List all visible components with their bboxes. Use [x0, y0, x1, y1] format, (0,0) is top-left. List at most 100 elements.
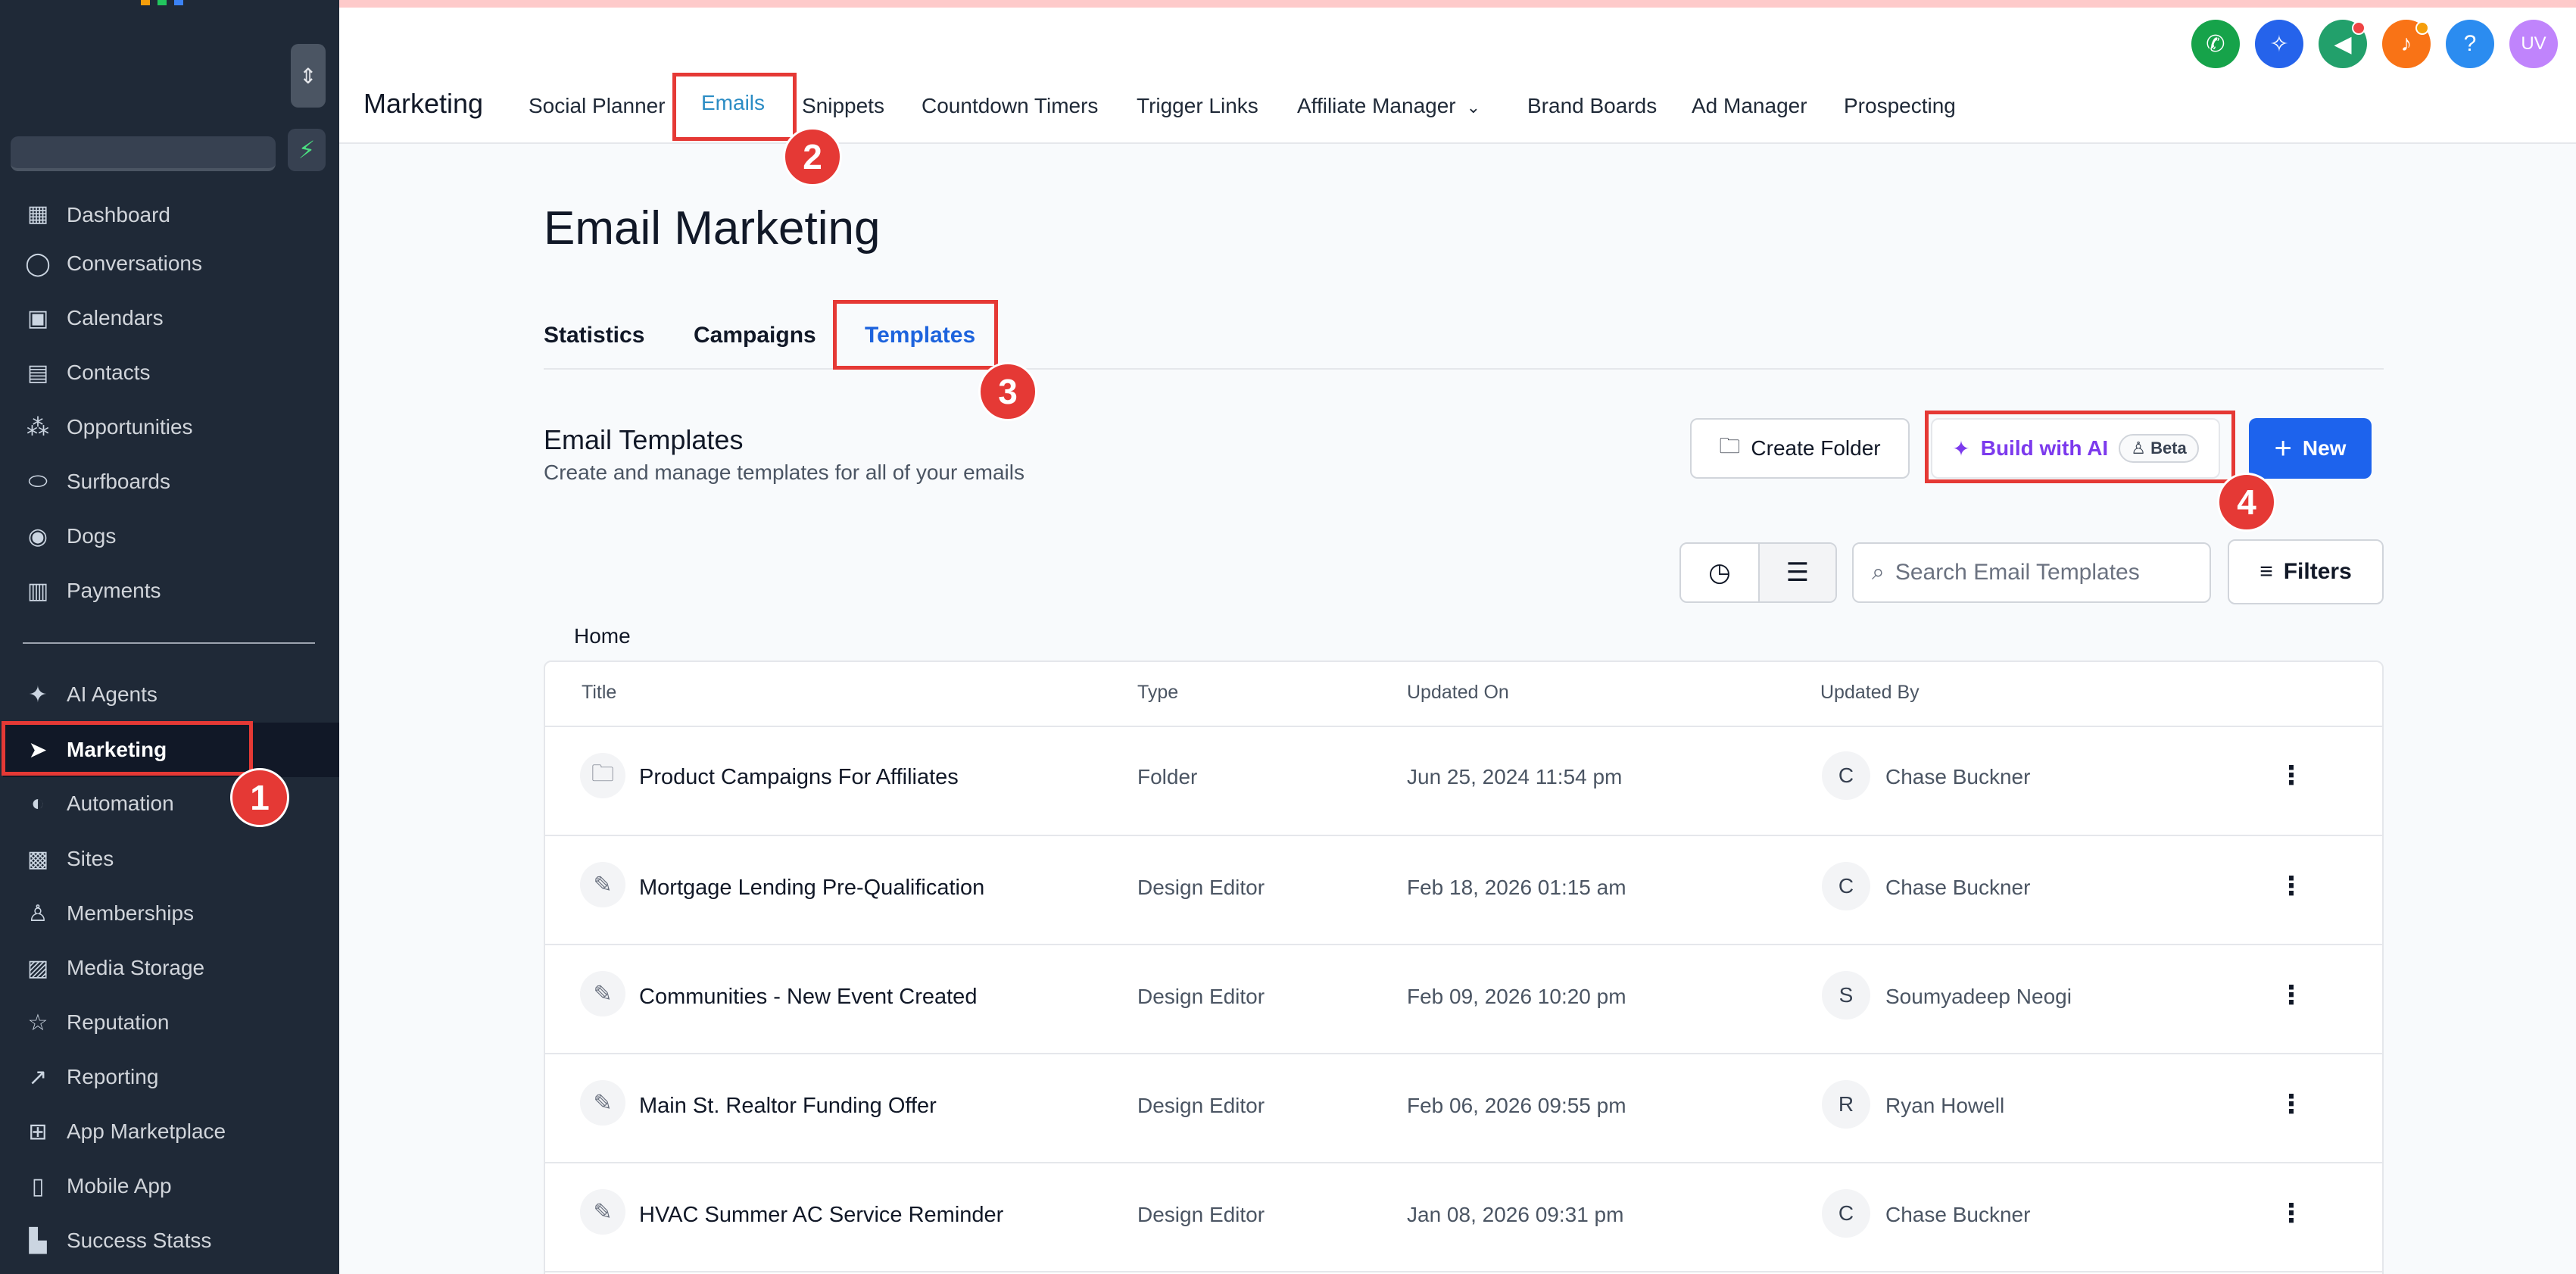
sidebar-item-app-marketplace[interactable]: ⊞ App Marketplace	[23, 1113, 318, 1151]
plus-icon: +	[2274, 431, 2292, 465]
sidebar-search[interactable]	[11, 136, 276, 171]
bell-icon[interactable]: ♪	[2382, 20, 2431, 68]
sidebar-item-label: Dogs	[67, 524, 117, 548]
tab-countdown-timers[interactable]: Countdown Timers	[922, 94, 1098, 118]
tab-social-planner[interactable]: Social Planner	[529, 94, 666, 118]
sidebar-item-conversations[interactable]: ◯ Conversations	[23, 245, 318, 283]
column-header-updated-by[interactable]: Updated By	[1820, 682, 1920, 704]
sidebar-item-surfboards[interactable]: ⬭ Surfboards	[23, 463, 318, 501]
column-header-type[interactable]: Type	[1137, 682, 1178, 704]
folder-icon: 🗀	[1719, 434, 1741, 457]
search-input[interactable]	[1895, 560, 2183, 585]
row-title[interactable]: Communities - New Event Created	[639, 985, 977, 1010]
sidebar-item-label: Reputation	[67, 1010, 170, 1034]
annotation-badge-2: 2	[783, 127, 842, 186]
contacts-icon: ▤	[27, 360, 49, 386]
sidebar-item-label: Memberships	[67, 901, 195, 925]
sidebar-item-reputation[interactable]: ☆ Reputation	[23, 1004, 318, 1041]
more-options-icon[interactable]: ⋮	[2276, 753, 2306, 798]
row-type: Design Editor	[1137, 1203, 1265, 1226]
sidebar-item-label: Surfboards	[67, 470, 170, 493]
new-button[interactable]: + New	[2249, 418, 2372, 479]
tab-brand-boards[interactable]: Brand Boards	[1527, 94, 1657, 118]
help-icon[interactable]: ?	[2446, 20, 2494, 68]
sidebar-item-sites[interactable]: ▩ Sites	[23, 840, 318, 878]
sidebar-item-label: AI Agents	[67, 682, 157, 706]
sidebar-item-media-storage[interactable]: ▨ Media Storage	[23, 949, 318, 987]
button-label: Filters	[2283, 559, 2352, 584]
annotation-box-marketing	[2, 721, 253, 776]
account-switcher-chevrons-icon[interactable]: ⇕	[291, 44, 326, 108]
tab-snippets[interactable]: Snippets	[802, 94, 884, 118]
button-label: Create Folder	[1751, 436, 1881, 460]
sidebar-item-ai-agents[interactable]: ✦ AI Agents	[23, 676, 318, 714]
tab-prospecting[interactable]: Prospecting	[1844, 94, 1956, 118]
tab-campaigns[interactable]: Campaigns	[694, 323, 816, 348]
phone-icon[interactable]: ✆	[2191, 20, 2240, 68]
tab-affiliate-manager[interactable]: Affiliate Manager ⌄	[1297, 94, 1480, 118]
column-header-title[interactable]: Title	[582, 682, 616, 704]
lightning-bolt-icon[interactable]: ⚡	[288, 129, 326, 171]
more-options-icon[interactable]: ⋮	[2276, 1082, 2306, 1127]
more-options-icon[interactable]: ⋮	[2276, 863, 2306, 909]
sidebar-item-label: Calendars	[67, 306, 164, 329]
sidebar-item-success-statss[interactable]: ▙ Success Statss	[23, 1222, 318, 1260]
filters-button[interactable]: ≡ Filters	[2228, 539, 2384, 604]
clock-icon[interactable]: ◷	[1681, 544, 1758, 601]
sidebar-divider	[23, 642, 315, 644]
avatar: R	[1822, 1080, 1870, 1129]
breadcrumb[interactable]: Home	[574, 624, 631, 648]
row-updated-on: Jan 08, 2026 09:31 pm	[1407, 1203, 1624, 1226]
sidebar-item-opportunities[interactable]: ⁂ Opportunities	[23, 408, 318, 446]
button-label: New	[2302, 436, 2347, 460]
section-subtitle: Create and manage templates for all of y…	[544, 461, 1024, 484]
sidebar-item-calendars[interactable]: ▣ Calendars	[23, 299, 318, 337]
column-header-updated-on[interactable]: Updated On	[1407, 682, 1509, 704]
brush-icon: ✎	[580, 971, 625, 1016]
calendar-icon: ▣	[27, 305, 49, 331]
megaphone-icon[interactable]: ◀	[2319, 20, 2367, 68]
table-row[interactable]: ✎ HVAC Summer AC Service Reminder Design…	[545, 1163, 2382, 1272]
annotation-badge-3: 3	[978, 362, 1037, 421]
row-updated-by: Chase Buckner	[1885, 1203, 2031, 1226]
create-folder-button[interactable]: 🗀 Create Folder	[1690, 418, 1910, 479]
view-toggle: ◷ ☰	[1679, 542, 1837, 603]
avatar: C	[1822, 1189, 1870, 1238]
tab-trigger-links[interactable]: Trigger Links	[1137, 94, 1258, 118]
grid-icon: ⊞	[28, 1119, 48, 1144]
table-row[interactable]: ✎ Main St. Realtor Funding Offer Design …	[545, 1054, 2382, 1163]
tab-ad-manager[interactable]: Ad Manager	[1692, 94, 1807, 118]
sidebar-item-label: Media Storage	[67, 956, 205, 979]
more-options-icon[interactable]: ⋮	[2276, 973, 2306, 1018]
avatar[interactable]: UV	[2509, 20, 2558, 68]
app-title: Marketing	[363, 88, 484, 119]
table-row[interactable]: ✎ Mortgage Lending Pre-Qualification Des…	[545, 836, 2382, 945]
sidebar-item-reporting[interactable]: ↗ Reporting	[23, 1058, 318, 1096]
sidebar-item-label: Mobile App	[67, 1174, 172, 1197]
sidebar-item-mobile-app[interactable]: ▯ Mobile App	[23, 1167, 318, 1205]
filter-icon: ≡	[2259, 559, 2273, 584]
table-row[interactable]: 🗀 Product Campaigns For Affiliates Folde…	[545, 727, 2382, 836]
row-type: Folder	[1137, 765, 1198, 788]
row-title[interactable]: Main St. Realtor Funding Offer	[639, 1094, 937, 1119]
row-title[interactable]: Mortgage Lending Pre-Qualification	[639, 876, 984, 901]
sidebar-item-dogs[interactable]: ◉ Dogs	[23, 517, 318, 555]
sidebar-item-dashboard[interactable]: ▦ Dashboard	[23, 191, 318, 227]
chat-bubble-icon: ◯	[25, 251, 51, 276]
ai-sparkle-icon[interactable]: ✧	[2255, 20, 2303, 68]
row-title[interactable]: HVAC Summer AC Service Reminder	[639, 1203, 1003, 1228]
sidebar-item-payments[interactable]: ▥ Payments	[23, 572, 318, 610]
sidebar-item-label: Dashboard	[67, 203, 170, 226]
avatar: C	[1822, 751, 1870, 800]
row-updated-by: Soumyadeep Neogi	[1885, 985, 2072, 1008]
row-updated-on: Jun 25, 2024 11:54 pm	[1407, 765, 1623, 788]
brush-icon: ✎	[580, 862, 625, 907]
tab-statistics[interactable]: Statistics	[544, 323, 644, 348]
list-view-icon[interactable]: ☰	[1758, 544, 1835, 601]
dog-icon: ◉	[27, 523, 48, 549]
more-options-icon[interactable]: ⋮	[2276, 1191, 2306, 1236]
sidebar-item-memberships[interactable]: ♙ Memberships	[23, 895, 318, 932]
table-row[interactable]: ✎ Communities - New Event Created Design…	[545, 945, 2382, 1054]
row-title[interactable]: Product Campaigns For Affiliates	[639, 765, 959, 790]
sidebar-item-contacts[interactable]: ▤ Contacts	[23, 354, 318, 392]
